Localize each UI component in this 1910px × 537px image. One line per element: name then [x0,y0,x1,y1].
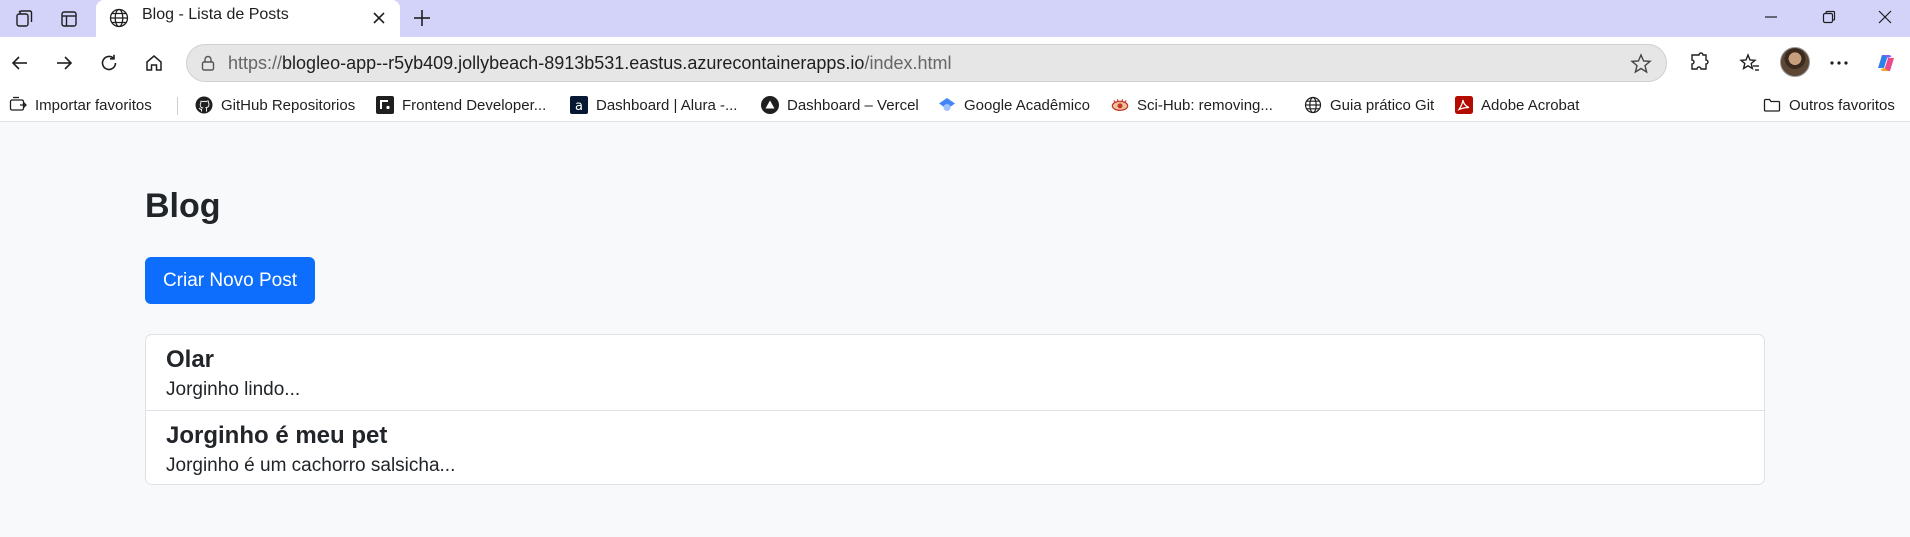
import-favorites-icon [9,96,27,114]
post-excerpt: Jorginho é um cachorro salsicha... [166,455,456,476]
bookmark-label: Dashboard – Vercel [787,96,919,114]
refresh-icon[interactable] [91,45,127,81]
post-excerpt: Jorginho lindo... [166,379,301,400]
list-item[interactable]: Jorginho é meu pet Jorginho é um cachorr… [146,410,1764,484]
svg-text:a: a [575,99,583,114]
page-content: Blog Criar Novo Post Olar Jorginho lindo… [0,123,1910,537]
url-protocol: https:// [228,53,283,73]
bookmark-google-academico[interactable]: Google Acadêmico [938,93,1090,117]
bookmark-vercel[interactable]: Dashboard – Vercel [761,93,919,117]
bookmark-importar-favoritos[interactable]: Importar favoritos [9,93,152,117]
restore-icon[interactable] [1800,0,1858,34]
folder-icon [1763,96,1781,114]
page-title: Blog [145,187,221,225]
list-item[interactable]: Olar Jorginho lindo... [146,335,1764,410]
bookmark-adobe-acrobat[interactable]: Adobe Acrobat [1455,93,1579,117]
google-scholar-icon [938,96,956,114]
home-icon[interactable] [136,45,172,81]
url-path: /index.html [864,53,952,73]
post-title[interactable]: Olar [166,346,214,374]
bookmark-github[interactable]: GitHub Repositorios [195,93,355,117]
minimize-icon[interactable] [1742,0,1800,34]
copilot-icon[interactable] [1868,45,1904,81]
post-list: Olar Jorginho lindo... Jorginho é meu pe… [145,334,1765,485]
more-options-icon[interactable] [1821,45,1857,81]
bookmark-guia-git[interactable]: Guia prático Git [1304,93,1434,117]
url-text[interactable]: https://blogleo-app--r5yb409.jollybeach-… [228,53,951,74]
bookmark-label: Dashboard | Alura -... [596,96,738,114]
forward-icon[interactable] [46,45,82,81]
bookmark-label: Guia prático Git [1330,96,1435,114]
bookmark-label: Importar favoritos [35,96,152,114]
browser-toolbar: https://blogleo-app--r5yb409.jollybeach-… [0,37,1910,89]
globe-icon [1304,96,1322,114]
alura-icon: a [570,96,588,114]
address-bar[interactable]: https://blogleo-app--r5yb409.jollybeach-… [186,44,1667,82]
active-tab[interactable]: Blog - Lista de Posts [96,0,400,37]
tab-title: Blog - Lista de Posts [142,6,289,23]
new-tab-icon[interactable] [407,3,437,33]
bookmark-outros-favoritos[interactable]: Outros favoritos [1763,93,1895,117]
url-host: blogleo-app--r5yb409.jollybeach-8913b531… [282,53,865,73]
frontend-mentor-icon [376,96,394,114]
bookmark-label: Outros favoritos [1789,96,1895,114]
close-tab-icon[interactable] [366,5,392,31]
bookmarks-separator [177,97,178,115]
bookmark-alura[interactable]: a Dashboard | Alura -... [570,93,737,117]
bookmark-scihub[interactable]: Sci-Hub: removing... [1111,93,1273,117]
extensions-icon[interactable] [1681,45,1717,81]
globe-icon [108,7,130,29]
scihub-icon [1111,96,1129,114]
bookmark-label: GitHub Repositorios [221,96,356,114]
bookmark-label: Google Acadêmico [964,96,1090,114]
add-favorite-icon[interactable] [1628,51,1654,77]
bookmark-frontend-developer[interactable]: Frontend Developer... [376,93,546,117]
bookmark-label: Frontend Developer... [402,96,547,114]
profile-avatar[interactable] [1780,47,1810,77]
lock-icon[interactable] [199,54,217,72]
vercel-icon [761,96,779,114]
post-title[interactable]: Jorginho é meu pet [166,422,387,450]
bookmark-label: Sci-Hub: removing... [1137,96,1273,114]
vertical-tabs-icon[interactable] [54,4,84,34]
github-icon [195,96,213,114]
workspaces-icon[interactable] [9,4,39,34]
close-window-icon[interactable] [1856,0,1910,34]
adobe-acrobat-icon [1455,96,1473,114]
create-post-button[interactable]: Criar Novo Post [145,257,315,304]
browser-titlebar: Blog - Lista de Posts [0,0,1910,37]
back-icon[interactable] [2,45,38,81]
favorites-icon[interactable] [1732,45,1768,81]
bookmark-label: Adobe Acrobat [1481,96,1580,114]
bookmarks-bar: Importar favoritos GitHub Repositorios F… [0,89,1910,122]
